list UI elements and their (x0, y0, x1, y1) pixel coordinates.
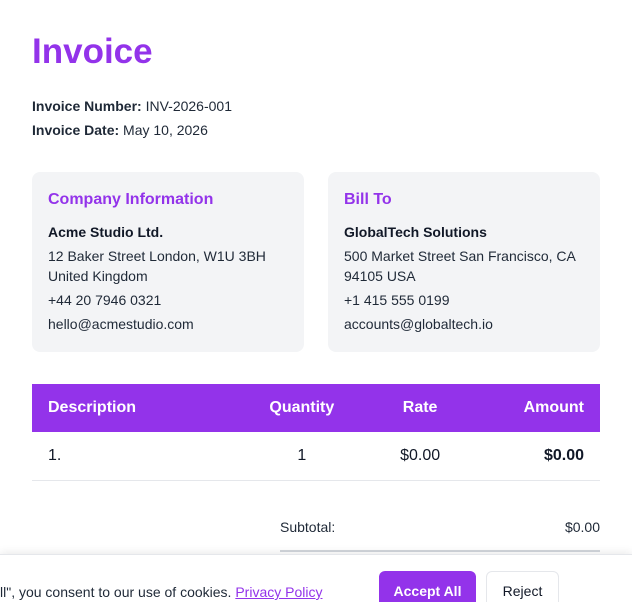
cell-quantity: 1 (234, 432, 370, 481)
company-address-line1: 12 Baker Street London, W1U 3BH (48, 248, 266, 264)
table-row: 1. 1 $0.00 $0.00 (32, 432, 600, 481)
cookie-consent-text: ll", you consent to our use of cookies. (0, 584, 236, 600)
bill-to-heading: Bill To (344, 191, 392, 208)
client-address: 500 Market Street San Francisco, CA 9410… (344, 246, 584, 286)
company-address-line2: United Kingdom (48, 268, 148, 284)
header-quantity: Quantity (234, 384, 370, 432)
table-header-row: Description Quantity Rate Amount (32, 384, 600, 432)
client-name: GlobalTech Solutions (344, 224, 487, 240)
company-phone: +44 20 7946 0321 (48, 292, 162, 308)
line-items-table: Description Quantity Rate Amount 1. 1 $0… (32, 384, 600, 481)
cookie-banner-text: ll", you consent to our use of cookies. … (0, 583, 322, 601)
accept-all-button[interactable]: Accept All (379, 571, 476, 602)
invoice-number: Invoice Number: INV-2026-001 (32, 96, 232, 116)
privacy-policy-link[interactable]: Privacy Policy (235, 584, 322, 600)
page-title: Invoice (32, 32, 153, 71)
header-description: Description (32, 384, 234, 432)
invoice-date-label: Invoice Date: (32, 122, 120, 138)
header-amount: Amount (470, 384, 600, 432)
subtotal-value: $0.00 (564, 519, 600, 535)
subtotal-label: Subtotal: (280, 519, 336, 535)
cell-amount: $0.00 (470, 432, 600, 481)
company-address: 12 Baker Street London, W1U 3BH United K… (48, 246, 288, 286)
cell-rate: $0.00 (369, 432, 471, 481)
reject-button[interactable]: Reject (486, 571, 559, 602)
client-phone: +1 415 555 0199 (344, 292, 450, 308)
invoice-date-value: May 10, 2026 (123, 122, 208, 138)
subtotal-row: Subtotal: $0.00 (280, 516, 600, 552)
invoice-page: Invoice Invoice Number: INV-2026-001 Inv… (0, 0, 632, 602)
client-address-line1: 500 Market Street San Francisco, CA (344, 248, 576, 264)
cell-description: 1. (32, 432, 234, 481)
company-name: Acme Studio Ltd. (48, 224, 164, 240)
bill-to-card: Bill To GlobalTech Solutions 500 Market … (328, 172, 600, 352)
header-rate: Rate (369, 384, 471, 432)
client-address-line2: 94105 USA (344, 268, 416, 284)
company-info-heading: Company Information (48, 191, 214, 208)
cookie-banner: ll", you consent to our use of cookies. … (0, 554, 632, 602)
company-email: hello@acmestudio.com (48, 316, 194, 332)
invoice-number-value: INV-2026-001 (145, 98, 232, 114)
company-info-card: Company Information Acme Studio Ltd. 12 … (32, 172, 304, 352)
client-email: accounts@globaltech.io (344, 316, 493, 332)
invoice-date: Invoice Date: May 10, 2026 (32, 120, 208, 140)
invoice-number-label: Invoice Number: (32, 98, 142, 114)
